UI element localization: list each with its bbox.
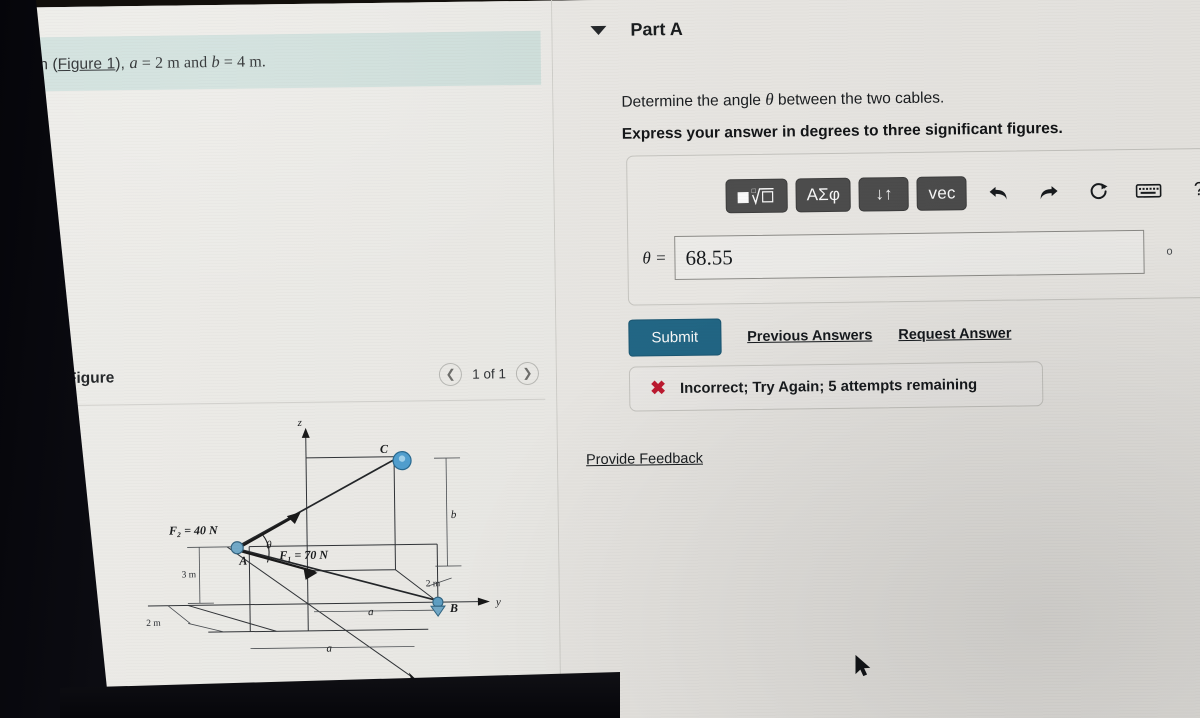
answer-input[interactable]: [674, 229, 1145, 281]
question-text: Determine the angle θ between the two ca…: [621, 87, 944, 111]
axis-z-label: z: [296, 417, 302, 429]
submit-button[interactable]: Submit: [628, 318, 722, 357]
mouse-cursor: [855, 654, 873, 679]
math-template-icon[interactable]: □: [725, 178, 788, 214]
problem-statement-highlight: In (Figure 1), a = 2 m and b = 4 m.: [20, 30, 542, 92]
dim-2m-right-label: 2 m: [426, 579, 441, 589]
force-f1-label: F₁ = 70 N: [278, 548, 329, 563]
variable-b-value: = 4 m.: [219, 53, 267, 71]
updown-arrows-button[interactable]: ↓↑: [858, 176, 910, 212]
figure-pagination: ❮ 1 of 1 ❯: [439, 361, 540, 386]
question-instruction: Express your answer in degrees to three …: [621, 119, 1063, 143]
caret-down-icon[interactable]: [590, 25, 607, 36]
point-a-label: A: [238, 554, 247, 568]
question-suffix: between the two cables.: [773, 89, 945, 109]
keyboard-icon[interactable]: [1131, 174, 1167, 208]
action-row: Submit Previous Answers Request Answer: [628, 315, 1012, 357]
incorrect-alert: ✖ Incorrect; Try Again; 5 attempts remai…: [628, 361, 1044, 412]
force-diagram[interactable]: z y x C A B F₂ = 40 N F₁ = 70 N θ 3 m 2 …: [125, 413, 549, 718]
dim-a-upper-label: a: [368, 606, 374, 618]
dim-3m-label: 3 m: [181, 570, 196, 580]
figure-divider: [67, 398, 546, 406]
request-answer-link[interactable]: Request Answer: [898, 325, 1011, 342]
axis-z-line: [305, 429, 309, 631]
undo-arrow-icon[interactable]: [981, 176, 1017, 210]
dim-2m-left-label: 2 m: [146, 619, 161, 629]
variable-a-value: = 2 m and: [137, 54, 212, 73]
figure-page-count: 1 of 1: [472, 365, 507, 382]
part-title: Part A: [630, 18, 683, 40]
answer-entry-card: □ ΑΣφ ↓↑ vec ? θ = 68.55 o: [626, 148, 1200, 306]
question-prefix: Determine the angle: [621, 91, 766, 111]
point-b-label: B: [449, 601, 458, 615]
math-toolbar: □ ΑΣφ ↓↑ vec ?: [725, 173, 1200, 214]
cable-ac: [236, 458, 395, 548]
joint-a: [230, 541, 244, 555]
laptop-screen-surface: In (Figure 1), a = 2 m and b = 4 m. Figu…: [10, 0, 1200, 718]
problem-statement-text: In (Figure 1), a = 2 m and b = 4 m.: [35, 51, 266, 74]
variable-b-symbol: b: [211, 51, 220, 72]
previous-answers-link[interactable]: Previous Answers: [747, 327, 872, 345]
variable-a-symbol: a: [129, 53, 138, 73]
answer-row: θ = o: [642, 229, 1199, 281]
laptop-photo-scene: In (Figure 1), a = 2 m and b = 4 m. Figu…: [0, 0, 1200, 718]
alert-message: Incorrect; Try Again; 5 attempts remaini…: [679, 376, 978, 397]
answer-panel: Part A Determine the angle θ between the…: [552, 0, 1200, 718]
figure-header: Figure ❮ 1 of 1 ❯: [67, 361, 547, 388]
axis-x-line: [226, 546, 418, 681]
answer-label: θ =: [642, 248, 667, 268]
provide-feedback-link[interactable]: Provide Feedback: [586, 451, 703, 469]
axis-y-label: y: [495, 596, 501, 608]
angle-theta-label: θ: [266, 539, 272, 551]
dim-a-lower-label: a: [326, 643, 332, 655]
redo-arrow-icon[interactable]: [1031, 175, 1067, 209]
degree-unit-label: o: [1166, 245, 1173, 258]
dim-b-label: b: [451, 509, 457, 521]
force-f2-label: F₂ = 40 N: [168, 523, 219, 538]
svg-text:□: □: [752, 187, 757, 195]
x-mark-icon: ✖: [650, 378, 667, 400]
point-c-label: C: [380, 442, 389, 456]
vector-button[interactable]: vec: [916, 176, 968, 211]
part-header[interactable]: Part A: [590, 19, 683, 41]
help-icon[interactable]: ?: [1181, 173, 1200, 207]
figure-next-button[interactable]: ❯: [515, 361, 540, 385]
figure-1-link[interactable]: Figure 1: [58, 55, 116, 73]
prompt-suffix: ),: [115, 55, 130, 73]
figure-prev-button[interactable]: ❮: [439, 362, 463, 386]
greek-symbols-button[interactable]: ΑΣφ: [795, 177, 852, 213]
refresh-icon[interactable]: [1081, 174, 1117, 208]
